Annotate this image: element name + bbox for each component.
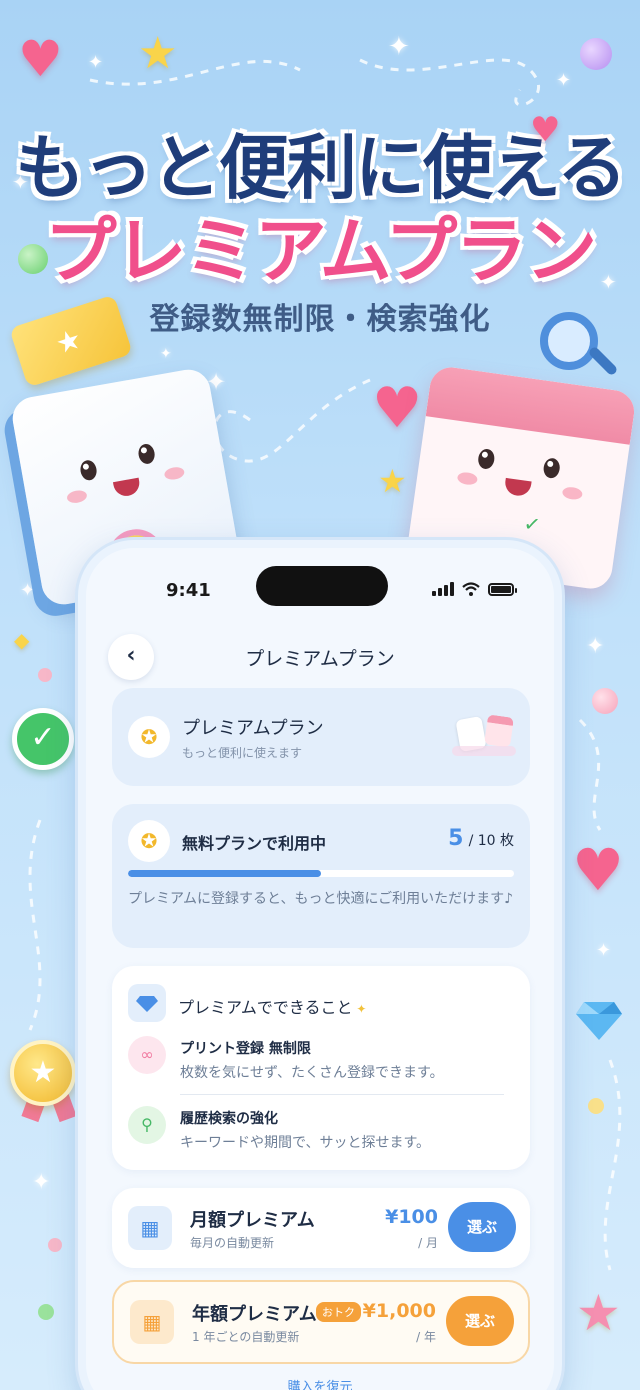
feature-desc-1: 枚数を気にせず、たくさん登録できます。 (180, 1065, 444, 1081)
monthly-plan-name: 月額プレミアム (190, 1210, 315, 1231)
features-title: プレミアムでできること ✦ (178, 998, 367, 1017)
phone-mockup: 9:41 ‹ プレミアムプラン ✪ プレミアムプラン もっと便利に使えます ✪ … (78, 540, 562, 1390)
monthly-plan-card[interactable]: ▦ 月額プレミアム 毎月の自動更新 ¥100 / 月 選ぶ (112, 1188, 530, 1268)
calendar-icon: ▦ (130, 1300, 174, 1344)
deal-badge: おトク (316, 1302, 361, 1322)
battery-icon (488, 582, 517, 596)
signal-icon (432, 582, 454, 596)
monthly-price: ¥100 (385, 1206, 438, 1228)
feature-title-1: プリント登録 無制限 (180, 1041, 311, 1057)
diamond-icon (128, 984, 166, 1022)
status-icons (432, 582, 517, 596)
usage-description: プレミアムに登録すると、もっと快適にご利用いただけます♪ (128, 891, 514, 907)
nav-title: プレミアムプラン (245, 648, 395, 670)
medal-icon: ★ (10, 1040, 76, 1106)
status-time: 9:41 (166, 580, 211, 601)
diamond-icon (576, 1002, 622, 1040)
wifi-icon (462, 582, 480, 596)
yearly-plan-card[interactable]: ▦ 年額プレミアム おトク 1 年ごとの自動更新 ¥1,000 / 年 選ぶ (112, 1280, 530, 1364)
infinity-icon: ∞ (128, 1036, 166, 1074)
yearly-price: ¥1,000 (362, 1300, 436, 1322)
plan-header-title: プレミアムプラン (182, 718, 324, 739)
plan-header-card: ✪ プレミアムプラン もっと便利に使えます (112, 688, 530, 786)
check-badge-icon: ✓ (12, 708, 74, 770)
features-card: プレミアムでできること ✦ ∞ プリント登録 無制限 枚数を気にせず、たくさん登… (112, 966, 530, 1170)
hero-title-line2: プレミアムプラン (44, 209, 598, 293)
heart-icon: ♥ (530, 110, 561, 150)
usage-count: 5 / 10 枚 (448, 826, 514, 851)
choose-yearly-button[interactable]: 選ぶ (446, 1296, 514, 1346)
monthly-plan-sub: 毎月の自動更新 (190, 1236, 275, 1250)
divider (180, 1094, 504, 1095)
usage-status: 無料プランで利用中 (182, 834, 327, 853)
yearly-per: / 年 (416, 1330, 436, 1344)
plan-header-subtitle: もっと便利に使えます (182, 746, 303, 760)
usage-used: 5 (448, 826, 464, 851)
check-icon: ✓ (522, 510, 543, 538)
hero-subtitle: 登録数無制限・検索強化 (149, 302, 491, 337)
medal-icon: ✪ (128, 820, 170, 862)
calendar-icon: ▦ (128, 1206, 172, 1250)
feature-title-2: 履歴検索の強化 (180, 1111, 278, 1127)
restore-purchase-link[interactable]: 購入を復元 (86, 1376, 554, 1390)
yearly-plan-name: 年額プレミアム (192, 1304, 317, 1325)
usage-progress-bar (128, 870, 514, 877)
choose-monthly-button[interactable]: 選ぶ (448, 1202, 516, 1252)
search-icon: ⚲ (128, 1106, 166, 1144)
dynamic-island (256, 566, 388, 606)
feature-desc-2: キーワードや期間で、サッと探せます。 (180, 1135, 431, 1151)
usage-limit: / 10 枚 (468, 833, 514, 849)
characters-illustration (452, 712, 516, 760)
monthly-per: / 月 (418, 1236, 438, 1250)
usage-status-card: ✪ 無料プランで利用中 5 / 10 枚 プレミアムに登録すると、もっと快適にご… (112, 804, 530, 948)
usage-progress-fill (128, 870, 321, 877)
yearly-plan-sub: 1 年ごとの自動更新 (192, 1330, 300, 1344)
medal-icon: ✪ (128, 716, 170, 758)
